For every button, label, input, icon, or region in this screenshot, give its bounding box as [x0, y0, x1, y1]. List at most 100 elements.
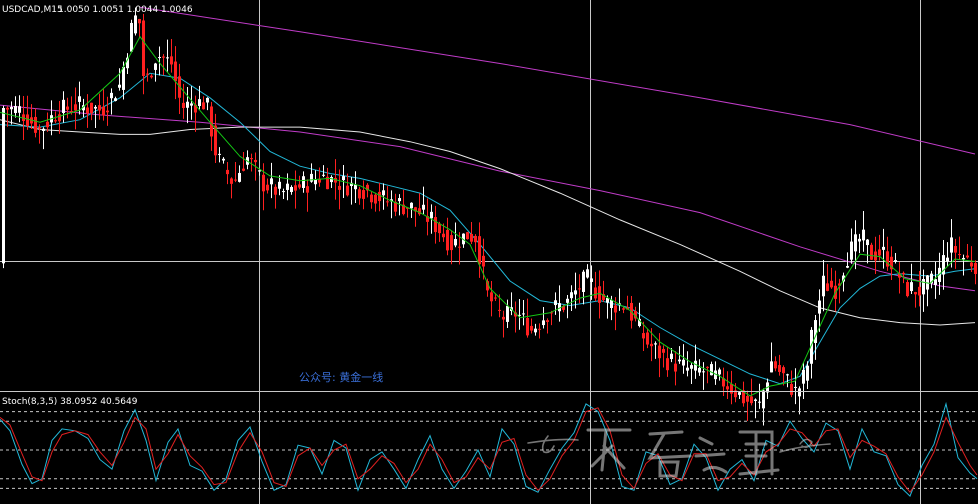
candle-up — [534, 328, 537, 333]
candle-down — [902, 272, 905, 275]
candle-down — [662, 349, 665, 353]
watermark-text: 公众号: 黄金一线 — [299, 370, 383, 384]
candle-up — [430, 211, 433, 219]
candle-down — [234, 179, 237, 181]
candle-down — [598, 286, 601, 303]
candle-down — [666, 358, 669, 371]
candle-up — [122, 66, 125, 90]
candle-down — [446, 229, 449, 251]
candle-down — [338, 185, 341, 190]
candle-down — [458, 246, 461, 248]
candle-up — [130, 22, 133, 52]
candle-up — [270, 178, 273, 185]
candle-up — [686, 367, 689, 371]
candle-up — [154, 63, 157, 70]
candle-down — [774, 361, 777, 369]
candle-up — [322, 174, 325, 176]
candle-down — [746, 396, 749, 402]
symbol-info-label: USDCAD,M15 — [2, 5, 63, 15]
candle-down — [918, 286, 921, 296]
candle-up — [854, 234, 857, 252]
candle-up — [894, 260, 897, 262]
candle-down — [450, 235, 453, 251]
candle-down — [546, 320, 549, 322]
candle-up — [794, 386, 797, 388]
candle-up — [670, 353, 673, 360]
candle-down — [226, 169, 229, 175]
candle-up — [42, 128, 45, 131]
candle-up — [282, 191, 285, 193]
candle-down — [906, 282, 909, 297]
candle-up — [62, 99, 65, 114]
candle-up — [190, 103, 193, 106]
candle-down — [830, 280, 833, 288]
candle-up — [866, 239, 869, 246]
candle-down — [306, 186, 309, 193]
candle-up — [258, 170, 261, 172]
candle-down — [482, 255, 485, 267]
candle-up — [922, 279, 925, 295]
candle-down — [358, 189, 361, 199]
candle-up — [522, 313, 525, 315]
candle-down — [374, 194, 377, 204]
candle-down — [474, 235, 477, 243]
ohlc-label: 1.0050 1.0051 1.0044 1.0046 — [58, 5, 193, 15]
candle-up — [802, 369, 805, 384]
candle-down — [386, 201, 389, 203]
candle-up — [410, 202, 413, 209]
candle-down — [174, 61, 177, 82]
candle-up — [2, 108, 5, 264]
candle-up — [910, 282, 913, 292]
candle-down — [86, 107, 89, 114]
candle-up — [218, 153, 221, 155]
candle-up — [78, 96, 81, 102]
candle-down — [34, 116, 37, 133]
candle-up — [850, 241, 853, 260]
candle-up — [962, 257, 965, 260]
candle-up — [18, 106, 21, 113]
candle-up — [718, 369, 721, 375]
candle-down — [266, 184, 269, 191]
candle-down — [150, 75, 153, 78]
candle-down — [434, 217, 437, 233]
candle-down — [878, 249, 881, 256]
candle-down — [478, 236, 481, 265]
candle-up — [222, 158, 225, 161]
candle-up — [582, 271, 585, 292]
candle-down — [726, 386, 729, 390]
candle-up — [186, 101, 189, 108]
candle-up — [786, 374, 789, 376]
candle-down — [262, 174, 265, 192]
candle-down — [958, 254, 961, 256]
candle-up — [566, 298, 569, 303]
candle-down — [362, 190, 365, 199]
candle-down — [658, 345, 661, 359]
candle-up — [846, 266, 849, 268]
candle-down — [90, 102, 93, 114]
candle-up — [114, 98, 117, 101]
candle-down — [182, 102, 185, 109]
candle-down — [138, 18, 141, 24]
candle-up — [946, 257, 949, 262]
candle-up — [554, 300, 557, 306]
candle-down — [146, 73, 149, 75]
candle-down — [250, 158, 253, 160]
candle-down — [954, 246, 957, 253]
candle-down — [578, 288, 581, 290]
candle-down — [674, 363, 677, 372]
candle-down — [242, 168, 245, 171]
mt4-chart: USDCAD,M15 1.0050 1.0051 1.0044 1.0046 S… — [0, 0, 978, 504]
candle-up — [342, 176, 345, 181]
candle-up — [134, 15, 137, 34]
candle-down — [442, 233, 445, 238]
candle-down — [26, 114, 29, 127]
candle-up — [818, 300, 821, 314]
candle-down — [38, 127, 41, 129]
candle-up — [806, 365, 809, 381]
candle-up — [302, 176, 305, 188]
candle-down — [230, 178, 233, 184]
candle-down — [538, 328, 541, 330]
candle-up — [206, 97, 209, 103]
candle-down — [274, 186, 277, 195]
candle-down — [202, 102, 205, 110]
